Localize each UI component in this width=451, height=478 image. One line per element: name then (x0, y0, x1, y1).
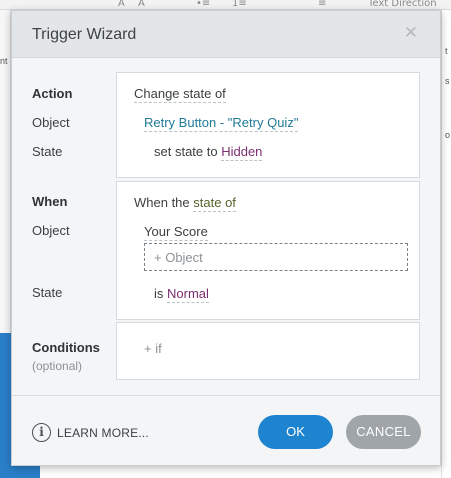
footer-divider (12, 395, 440, 396)
action-section-label: Action (32, 86, 73, 101)
when-state-row: is Normal (154, 286, 209, 303)
right-panel-cut-text: t (445, 46, 448, 56)
action-state-selector[interactable]: Hidden (221, 144, 263, 161)
font-shrink-icon: A (138, 0, 145, 9)
dialog-header: Trigger Wizard ✕ (12, 11, 440, 58)
when-event-selector[interactable]: state of (193, 195, 236, 212)
close-icon[interactable]: ✕ (404, 23, 418, 43)
background-ribbon: A A •≡ 1≡ ≡ Text Direction (0, 0, 451, 10)
state-prefix: set state to (154, 144, 218, 159)
info-icon: i (32, 423, 51, 442)
action-object-selector[interactable]: Retry Button - "Retry Quiz" (144, 115, 299, 132)
add-object-field[interactable]: + Object (144, 243, 408, 271)
trigger-wizard-dialog: Trigger Wizard ✕ Action Object State Cha… (11, 10, 441, 466)
background-right-panel: t s o (441, 10, 451, 478)
line-spacing-icon: ≡ (318, 0, 327, 9)
right-panel-cut-text: o (445, 130, 451, 140)
learn-more-label: LEARN MORE... (57, 426, 149, 440)
action-object-label: Object (32, 115, 70, 130)
when-state-label: State (32, 285, 63, 300)
dialog-title: Trigger Wizard (32, 26, 137, 43)
right-panel-cut-text: s (445, 76, 450, 86)
when-panel: When the state of Your Score + Object is… (116, 181, 420, 320)
font-grow-icon: A (118, 0, 125, 9)
conditions-optional-label: (optional) (32, 359, 83, 373)
bullets-icon: •≡ (196, 0, 211, 9)
when-object-label: Object (32, 223, 70, 238)
action-selector[interactable]: Change state of (134, 86, 226, 103)
conditions-panel: + if (116, 322, 420, 380)
add-condition-button[interactable]: + if (144, 341, 162, 356)
left-panel-cut-text: nt (0, 56, 8, 66)
text-direction-label: Text Direction (368, 0, 437, 9)
when-section-label: When (32, 194, 68, 209)
action-state-label: State (32, 144, 63, 159)
when-row: When the state of (134, 195, 236, 212)
action-state-row: set state to Hidden (154, 144, 263, 161)
state-prefix: is (154, 286, 164, 301)
when-prefix: When the (134, 195, 190, 210)
conditions-section-label: Conditions (32, 340, 100, 355)
when-object-selector[interactable]: Your Score (144, 224, 208, 241)
numbering-icon: 1≡ (232, 0, 247, 9)
action-panel: Change state of Retry Button - "Retry Qu… (116, 72, 420, 178)
cancel-button[interactable]: CANCEL (346, 415, 421, 449)
ok-button[interactable]: OK (258, 415, 333, 449)
add-object-label: + Object (154, 250, 203, 265)
when-state-selector[interactable]: Normal (167, 286, 209, 303)
